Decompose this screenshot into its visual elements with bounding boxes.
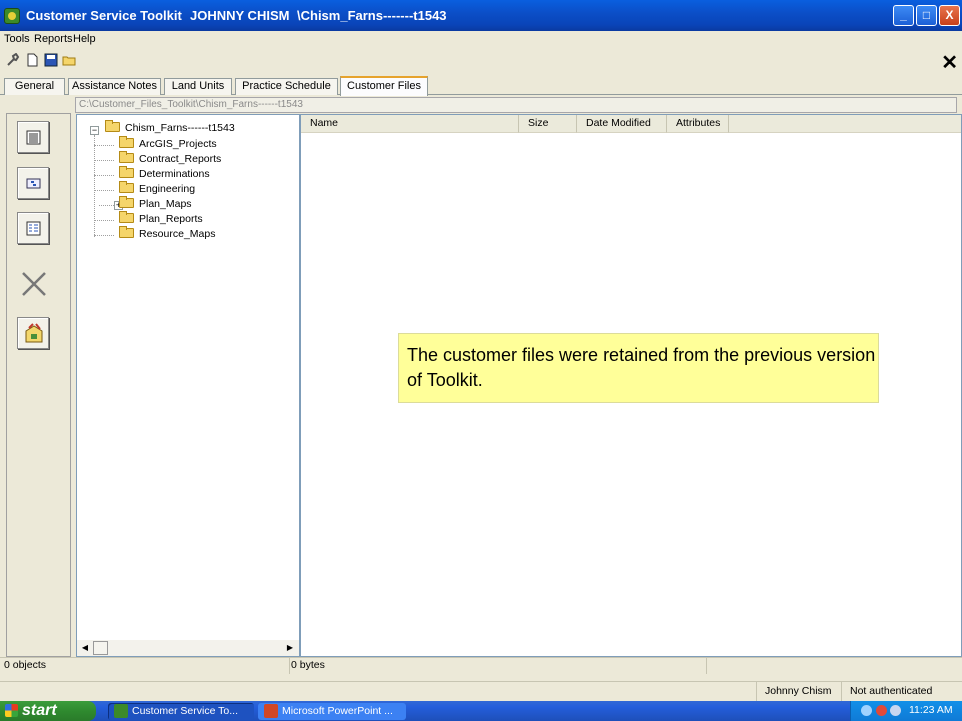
tree-view-button[interactable] — [17, 212, 49, 244]
new-document-icon[interactable] — [25, 53, 39, 67]
column-header-date-modified[interactable]: Date Modified — [577, 115, 667, 133]
scroll-thumb[interactable] — [93, 641, 108, 655]
scroll-left-arrow-icon[interactable]: ◀ — [78, 641, 92, 655]
tree-item-label: Chism_Farns------t1543 — [125, 122, 235, 134]
toolbar: ✕ — [0, 47, 962, 75]
powerpoint-icon — [264, 704, 278, 718]
maximize-button[interactable]: □ — [916, 5, 937, 26]
folder-icon — [119, 166, 134, 178]
status-object-count: 0 objects — [0, 658, 290, 674]
tree-item-label: Engineering — [139, 183, 196, 195]
tree-item-contract-reports[interactable]: Contract_Reports — [119, 151, 222, 167]
security-shield-icon[interactable] — [876, 705, 887, 716]
taskbar-item-label: Customer Service To... — [132, 705, 239, 717]
details-view-icon — [26, 130, 41, 145]
menu-reports[interactable]: Reports — [34, 33, 73, 45]
tree-item-arcgis-projects[interactable]: ArcGIS_Projects — [119, 136, 217, 152]
taskbar-item-label: Microsoft PowerPoint ... — [282, 705, 393, 717]
tree-view-icon — [26, 221, 41, 236]
status-byte-count: 0 bytes — [287, 658, 707, 674]
taskbar: start Customer Service To... Microsoft P… — [0, 701, 962, 721]
tree-item-label: Determinations — [139, 168, 210, 180]
tree-item-resource-maps[interactable]: Resource_Maps — [119, 226, 216, 242]
start-button[interactable]: start — [0, 701, 96, 721]
minimize-button[interactable]: _ — [893, 5, 914, 26]
folder-tree: − Chism_Farns------t1543 ArcGIS_Projects… — [76, 114, 300, 657]
list-view-icon — [26, 176, 41, 191]
folder-icon — [105, 120, 120, 132]
open-folder-icon[interactable] — [62, 53, 76, 67]
scroll-right-arrow-icon[interactable]: ▶ — [283, 641, 297, 655]
tab-land-units[interactable]: Land Units — [164, 78, 232, 95]
column-header-size[interactable]: Size — [519, 115, 577, 133]
annotation-callout: The customer files were retained from th… — [398, 333, 879, 403]
clock[interactable]: 11:23 AM — [909, 701, 953, 720]
folder-icon — [119, 226, 134, 238]
folder-icon — [119, 196, 134, 208]
path-field: C:\Customer_Files_Toolkit\Chism_Farns---… — [75, 97, 957, 113]
tab-customer-files[interactable]: Customer Files — [340, 76, 428, 96]
folder-icon — [119, 151, 134, 163]
window-title-path: \Chism_Farns-------t1543 — [297, 8, 447, 23]
tab-practice-schedule[interactable]: Practice Schedule — [235, 78, 338, 95]
tree-item-engineering[interactable]: Engineering — [119, 181, 196, 197]
tree-item-root[interactable]: Chism_Farns------t1543 — [105, 120, 235, 136]
speaker-icon[interactable] — [890, 705, 901, 716]
folder-icon — [119, 181, 134, 193]
tree-item-determinations[interactable]: Determinations — [119, 166, 210, 182]
status-user-name: Johnny Chism — [756, 682, 841, 702]
taskbar-item-powerpoint[interactable]: Microsoft PowerPoint ... — [258, 703, 406, 720]
app-icon — [4, 8, 20, 24]
delete-icon — [19, 269, 49, 299]
taskbar-item-customer-service[interactable]: Customer Service To... — [108, 703, 254, 720]
system-tray: 11:23 AM — [850, 701, 962, 721]
side-button-panel — [6, 113, 71, 657]
window-title-app: Customer Service Toolkit — [26, 8, 182, 23]
tab-assistance-notes[interactable]: Assistance Notes — [68, 78, 161, 95]
toolkit-app-icon — [114, 704, 128, 718]
close-toolkit-icon[interactable]: ✕ — [941, 50, 958, 75]
user-status-bar: Johnny Chism Not authenticated — [0, 681, 962, 702]
menu-bar: Tools Reports Help — [0, 31, 962, 47]
windows-logo-icon — [5, 704, 18, 717]
column-header-attributes[interactable]: Attributes — [667, 115, 729, 133]
menu-help[interactable]: Help — [73, 33, 96, 45]
column-header-name[interactable]: Name — [301, 115, 519, 133]
title-bar: Customer Service Toolkit JOHNNY CHISM \C… — [0, 0, 962, 31]
status-authentication: Not authenticated — [841, 682, 962, 702]
tree-item-label: Plan_Maps — [139, 198, 192, 210]
collapse-root-toggle[interactable]: − — [90, 126, 99, 135]
folder-icon — [119, 136, 134, 148]
tree-item-label: ArcGIS_Projects — [139, 138, 217, 150]
folder-icon — [119, 211, 134, 223]
tab-general[interactable]: General — [4, 78, 65, 95]
close-window-button[interactable]: X — [939, 5, 960, 26]
status-bar: 0 objects 0 bytes — [0, 657, 962, 674]
wrench-icon[interactable] — [6, 52, 20, 67]
tree-item-label: Plan_Reports — [139, 213, 203, 225]
details-view-button[interactable] — [17, 121, 49, 153]
network-icon[interactable] — [861, 705, 872, 716]
tree-item-label: Resource_Maps — [139, 228, 216, 240]
tree-item-label: Contract_Reports — [139, 153, 222, 165]
tree-horizontal-scrollbar[interactable]: ◀ ▶ — [77, 640, 299, 656]
tree-item-plan-maps[interactable]: Plan_Maps — [119, 196, 192, 212]
window-title-user: JOHNNY CHISM — [190, 8, 290, 23]
start-label: start — [22, 702, 57, 719]
menu-tools[interactable]: Tools — [4, 33, 30, 45]
list-view-button[interactable] — [17, 167, 49, 199]
column-header-filler — [729, 115, 961, 133]
tools-icon — [22, 322, 46, 346]
delete-button[interactable] — [17, 267, 51, 301]
save-icon[interactable] — [44, 53, 58, 67]
tree-item-plan-reports[interactable]: Plan_Reports — [119, 211, 203, 227]
tab-strip: General Assistance Notes Land Units Prac… — [0, 76, 962, 96]
tools-button[interactable] — [17, 317, 49, 349]
